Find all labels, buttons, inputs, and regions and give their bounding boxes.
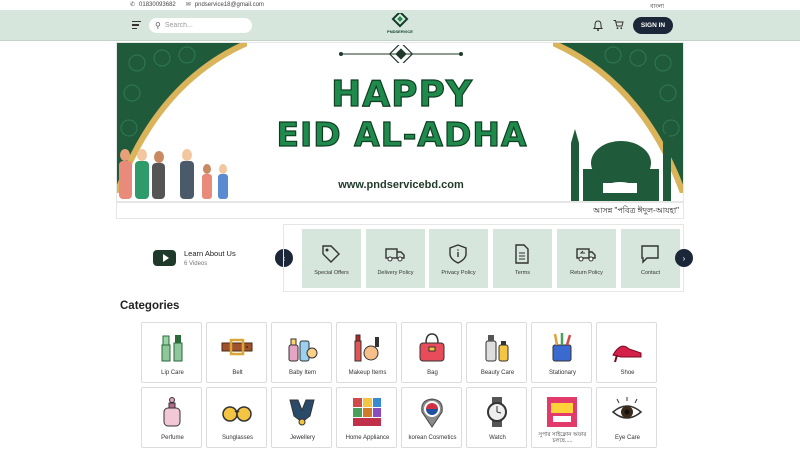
category-label: Lip Care bbox=[161, 370, 184, 376]
bell-icon[interactable] bbox=[593, 20, 603, 34]
policy-label: Terms bbox=[515, 270, 530, 276]
category-beauty-care[interactable]: Beauty Care bbox=[466, 322, 527, 383]
eye-icon bbox=[611, 397, 643, 419]
top-contact-bar: ✆ 01830093682 ✉ pndservice18@gmail.com ব… bbox=[0, 0, 800, 10]
logo-mark-icon bbox=[391, 13, 409, 28]
announcement-marquee: আসন্ন "পবিত্র ঈদুল-আযহা" bbox=[116, 202, 684, 219]
search-input[interactable] bbox=[164, 22, 245, 29]
lipstick-icon bbox=[161, 335, 183, 362]
policy-label: Return Policy bbox=[570, 270, 603, 276]
site-header: ⚲ PNDSERVICE SIGN IN bbox=[0, 10, 800, 41]
policy-label: Privacy Policy bbox=[441, 270, 476, 276]
category-perfume[interactable]: Perfume bbox=[141, 387, 202, 448]
appliance-icon bbox=[353, 398, 381, 426]
makeup-icon bbox=[354, 334, 379, 362]
category-makeup-items[interactable]: Makeup Items bbox=[336, 322, 397, 383]
document-icon bbox=[515, 244, 529, 264]
tag-icon bbox=[322, 245, 340, 263]
search-bar[interactable]: ⚲ bbox=[149, 18, 252, 33]
people-illustration-icon bbox=[119, 149, 228, 199]
youtube-icon bbox=[153, 250, 176, 266]
category-belt[interactable]: Belt bbox=[206, 322, 267, 383]
lotion-icon bbox=[485, 335, 509, 362]
logo-text: PNDSERVICE bbox=[387, 29, 413, 34]
hero-banner[interactable]: HAPPY EID AL-ADHA www.pndservicebd.com bbox=[116, 42, 684, 202]
necklace-icon bbox=[289, 399, 315, 426]
offer-banner-icon bbox=[547, 397, 577, 427]
phone-number[interactable]: 01830093682 bbox=[139, 2, 176, 8]
category-label: Watch bbox=[489, 435, 506, 441]
banner-url: www.pndservicebd.com bbox=[338, 179, 464, 191]
headline-line-2: EID AL-ADHA bbox=[276, 114, 528, 154]
policy-card-terms[interactable]: Terms bbox=[493, 229, 552, 288]
site-logo[interactable]: PNDSERVICE bbox=[387, 13, 413, 37]
policy-card-return[interactable]: Return Policy bbox=[557, 229, 616, 288]
category-jewellery[interactable]: Jewellery bbox=[271, 387, 332, 448]
headline-line-1: HAPPY bbox=[330, 74, 473, 115]
category-bag[interactable]: Bag bbox=[401, 322, 462, 383]
email-address[interactable]: pndservice18@gmail.com bbox=[195, 2, 264, 8]
categories-heading: Categories bbox=[120, 300, 180, 312]
sign-in-button[interactable]: SIGN IN bbox=[633, 17, 673, 34]
mosque-silhouette-icon bbox=[571, 129, 671, 201]
policy-card-delivery[interactable]: Delivery Policy bbox=[366, 229, 425, 288]
ornament-divider-icon bbox=[339, 45, 463, 63]
category-eye-care[interactable]: Eye Care bbox=[596, 387, 657, 448]
policy-card-contact[interactable]: Contact bbox=[621, 229, 680, 288]
handbag-icon bbox=[419, 333, 445, 362]
category-korean-cosmetics[interactable]: korean Cosmetics bbox=[401, 387, 462, 448]
policy-card-special-offers[interactable]: Special Offers bbox=[302, 229, 361, 288]
category-lip-care[interactable]: Lip Care bbox=[141, 322, 202, 383]
policy-label: Special Offers bbox=[314, 270, 349, 276]
policy-carousel: Special Offers Delivery Policy Privacy P… bbox=[283, 224, 684, 292]
sunglasses-icon bbox=[222, 406, 252, 422]
category-label: Eye Care bbox=[614, 435, 640, 441]
high-heel-icon bbox=[612, 345, 642, 363]
category-baby-item[interactable]: Baby Item bbox=[271, 322, 332, 383]
learn-about-us[interactable]: Learn About Us 6 Videos bbox=[153, 249, 236, 267]
return-truck-icon bbox=[576, 248, 596, 262]
category-label: Shoe bbox=[620, 370, 635, 376]
category-label: Home Appliance bbox=[345, 435, 390, 441]
category-label: korean Cosmetics bbox=[408, 435, 457, 441]
category-label: সুপার সাইক্লোন অফার চলছে..... bbox=[538, 432, 587, 444]
category-home-appliance[interactable]: Home Appliance bbox=[336, 387, 397, 448]
cart-icon[interactable] bbox=[613, 19, 624, 33]
learn-title: Learn About Us bbox=[184, 249, 236, 258]
category-label: Stationary bbox=[548, 370, 576, 376]
category-sunglasses[interactable]: Sunglasses bbox=[206, 387, 267, 448]
perfume-icon bbox=[163, 397, 181, 427]
category-label: Jewellery bbox=[289, 435, 315, 441]
truck-icon bbox=[385, 248, 405, 262]
policy-label: Contact bbox=[641, 270, 660, 276]
category-shoe[interactable]: Shoe bbox=[596, 322, 657, 383]
korea-pin-icon bbox=[421, 398, 443, 428]
banner-headline: HAPPY EID AL-ADHA bbox=[267, 74, 537, 155]
phone-icon: ✆ bbox=[130, 2, 136, 8]
category-stationary[interactable]: Stationary bbox=[531, 322, 592, 383]
chat-icon bbox=[641, 245, 659, 264]
category-label: Perfume bbox=[161, 435, 184, 441]
category-label: Belt bbox=[232, 370, 243, 376]
pencil-cup-icon bbox=[552, 333, 572, 362]
learn-count: 6 Videos bbox=[184, 261, 208, 267]
belt-icon bbox=[221, 338, 253, 356]
category-label: Baby Item bbox=[288, 370, 316, 376]
policy-card-privacy[interactable]: Privacy Policy bbox=[429, 229, 488, 288]
mail-icon: ✉ bbox=[185, 2, 191, 8]
policy-label: Delivery Policy bbox=[377, 270, 414, 276]
category-label: Beauty Care bbox=[480, 370, 515, 376]
watch-icon bbox=[487, 397, 507, 427]
carousel-next-button[interactable]: › bbox=[675, 249, 693, 267]
baby-bottle-icon bbox=[288, 338, 318, 362]
hamburger-menu-icon[interactable] bbox=[132, 21, 141, 30]
category-label: Sunglasses bbox=[221, 435, 254, 441]
contact-info: ✆ 01830093682 ✉ pndservice18@gmail.com bbox=[130, 1, 264, 9]
category-label: Makeup Items bbox=[348, 370, 387, 376]
category-label: Bag bbox=[427, 370, 438, 376]
search-icon: ⚲ bbox=[155, 21, 161, 30]
category-super-offer[interactable]: সুপার সাইক্লোন অফার চলছে..... bbox=[531, 387, 592, 448]
shield-icon bbox=[449, 244, 467, 264]
category-watch[interactable]: Watch bbox=[466, 387, 527, 448]
